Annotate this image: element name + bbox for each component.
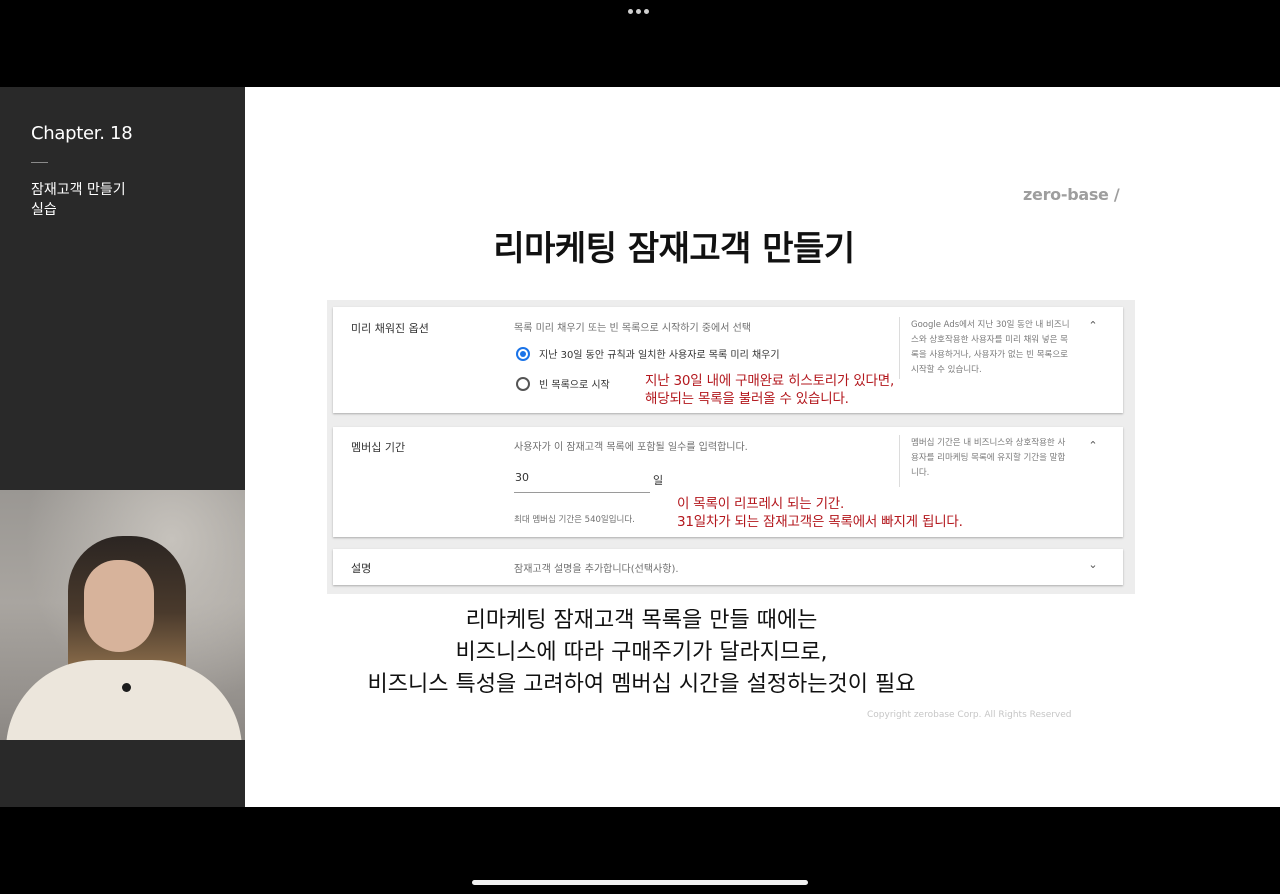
prefill-help-text: Google Ads에서 지난 30일 동안 내 비즈니스와 상호작용한 사용자… xyxy=(911,320,1070,375)
slide-caption: 리마케팅 잠재고객 목록을 만들 때에는 비즈니스에 따라 구매주기가 달라지므… xyxy=(367,608,916,697)
membership-label: 멤버십 기간 xyxy=(351,441,406,454)
chapter-number: Chapter. 18 xyxy=(31,123,133,144)
chevron-up-icon[interactable]: ⌃ xyxy=(1086,439,1100,452)
zero-base-logo: zero-base / xyxy=(1023,185,1120,204)
slide-title: 리마케팅 잠재고객 만들기 xyxy=(493,229,855,269)
copyright-text: Copyright zerobase Corp. All Rights Rese… xyxy=(867,710,1072,720)
membership-description: 사용자가 이 잠재고객 목록에 포함될 일수를 입력합니다. xyxy=(514,442,748,453)
radio-selected-icon[interactable] xyxy=(516,346,530,361)
lecture-slide: zero-base / 리마케팅 잠재고객 만들기 미리 채워진 옵션 목록 미… xyxy=(245,87,1280,807)
top-more-dots-icon[interactable] xyxy=(628,9,649,14)
chevron-down-icon[interactable]: ⌄ xyxy=(1086,558,1100,571)
prefill-description: 목록 미리 채우기 또는 빈 목록으로 시작하기 중에서 선택 xyxy=(514,323,752,334)
description-placeholder: 잠재고객 설명을 추가합니다(선택사항). xyxy=(514,564,679,575)
membership-help-text: 멤버십 기간은 내 비즈니스와 상호작용한 사용자를 리마케팅 목록에 유지할 … xyxy=(911,438,1066,478)
prefill-option-30days[interactable]: 지난 30일 동안 규칙과 일치한 사용자로 목록 미리 채우기 xyxy=(516,346,780,361)
prefill-option-empty[interactable]: 빈 목록으로 시작 xyxy=(516,376,610,391)
description-card[interactable]: 설명 잠재고객 설명을 추가합니다(선택사항). ⌄ xyxy=(333,549,1123,585)
help-divider xyxy=(899,435,900,487)
membership-duration-card: 멤버십 기간 사용자가 이 잠재고객 목록에 포함될 일수를 입력합니다. 30… xyxy=(333,427,1123,537)
radio-unselected-icon[interactable] xyxy=(516,376,530,391)
prefill-option-empty-label: 빈 목록으로 시작 xyxy=(539,380,610,391)
lapel-mic-icon xyxy=(122,683,131,692)
membership-max-note: 최대 멤버십 기간은 540일입니다. xyxy=(514,515,635,525)
presenter-webcam xyxy=(0,490,245,740)
prefill-label: 미리 채워진 옵션 xyxy=(351,322,429,335)
home-indicator-bar[interactable] xyxy=(472,880,808,885)
chapter-divider xyxy=(31,162,48,163)
membership-days-input[interactable]: 30 xyxy=(514,471,650,493)
chevron-up-icon[interactable]: ⌃ xyxy=(1086,319,1100,332)
description-label: 설명 xyxy=(351,562,372,575)
help-divider xyxy=(899,317,900,379)
prefill-annotation: 지난 30일 내에 구매완료 히스토리가 있다면, 해당되는 목록을 불러올 수… xyxy=(645,373,895,407)
membership-days-unit: 일 xyxy=(653,474,664,487)
prefill-option-30days-label: 지난 30일 동안 규칙과 일치한 사용자로 목록 미리 채우기 xyxy=(539,350,780,361)
membership-annotation: 이 목록이 리프레시 되는 기간. 31일차가 되는 잠재고객은 목록에서 빠지… xyxy=(677,496,963,530)
chapter-topic: 잠재고객 만들기 실습 xyxy=(31,182,126,218)
prefill-options-card: 미리 채워진 옵션 목록 미리 채우기 또는 빈 목록으로 시작하기 중에서 선… xyxy=(333,307,1123,413)
presenter-face xyxy=(84,560,154,652)
audience-settings-panel: 미리 채워진 옵션 목록 미리 채우기 또는 빈 목록으로 시작하기 중에서 선… xyxy=(327,300,1135,594)
